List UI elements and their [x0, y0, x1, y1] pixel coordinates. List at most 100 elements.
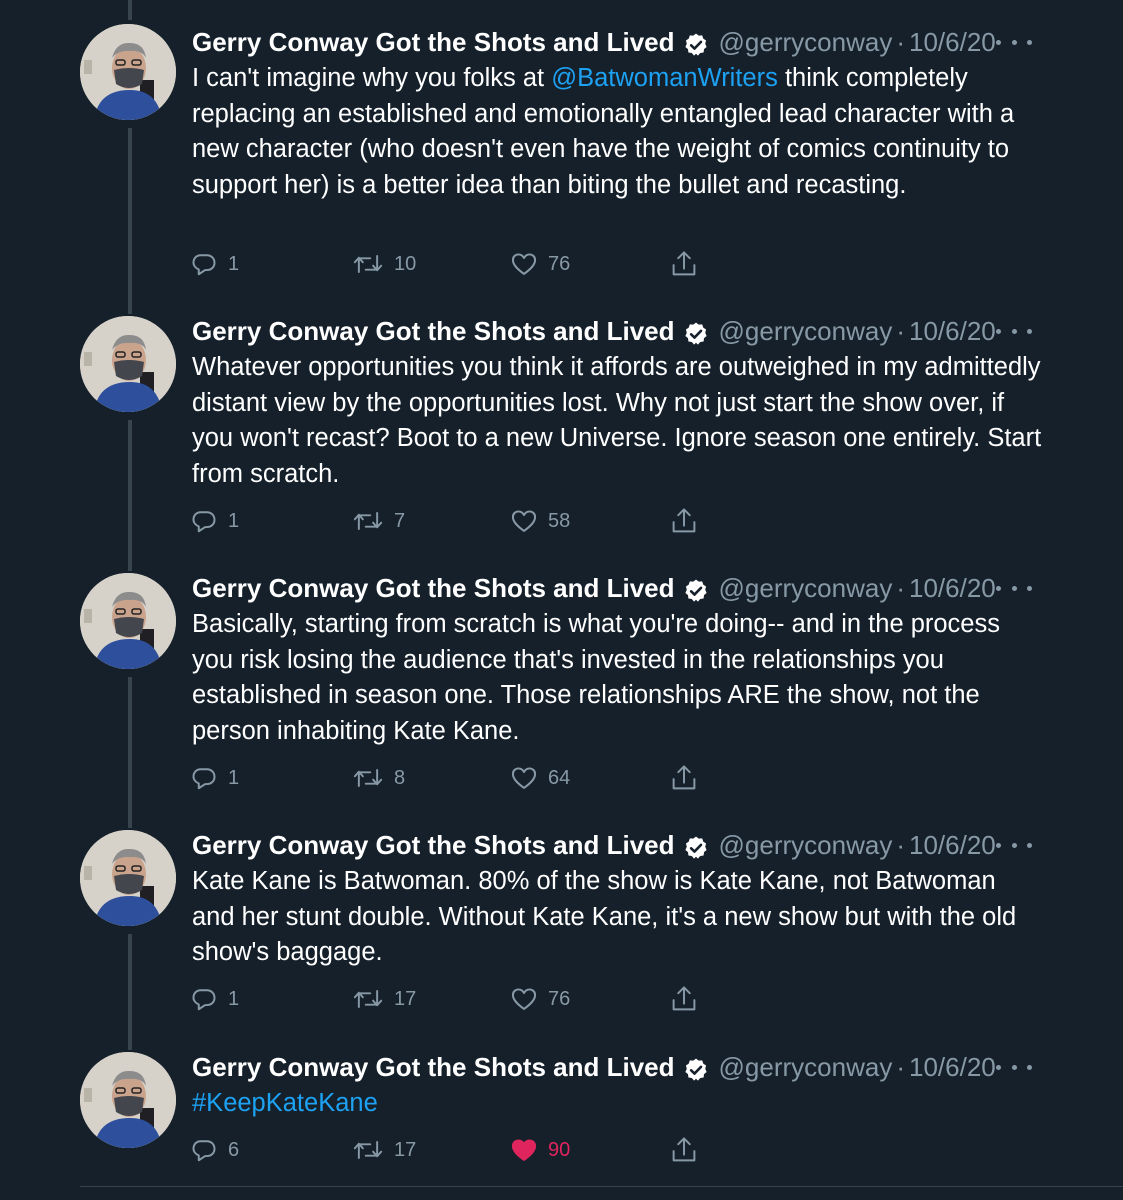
- retweet-button[interactable]: 10: [352, 247, 416, 281]
- separator: ·: [896, 316, 905, 346]
- retweet-count: 17: [394, 1138, 417, 1161]
- avatar[interactable]: [80, 316, 176, 412]
- timestamp[interactable]: 10/6/20: [909, 1047, 996, 1087]
- tweet-header: Gerry Conway Got the Shots and Lived @ge…: [192, 311, 996, 351]
- display-name[interactable]: Gerry Conway Got the Shots and Lived: [192, 1047, 675, 1087]
- thread-line: [128, 128, 132, 314]
- like-count: 90: [548, 1138, 571, 1161]
- timestamp[interactable]: 10/6/20: [909, 568, 996, 608]
- retweet-count: 7: [394, 509, 406, 532]
- more-icon[interactable]: [996, 835, 1032, 855]
- tweet-actions: 6 17 90: [190, 1133, 710, 1167]
- tweet-header: Gerry Conway Got the Shots and Lived @ge…: [192, 825, 996, 865]
- hashtag-link[interactable]: #KeepKateKane: [192, 1089, 378, 1117]
- retweet-button[interactable]: 8: [352, 761, 405, 795]
- share-button[interactable]: [670, 761, 698, 795]
- more-icon[interactable]: [996, 32, 1032, 52]
- like-count: 58: [548, 509, 571, 532]
- like-icon: [510, 250, 538, 278]
- like-icon: [510, 507, 538, 535]
- retweet-icon: [352, 985, 384, 1013]
- avatar[interactable]: [80, 830, 176, 926]
- avatar[interactable]: [80, 573, 176, 669]
- share-button[interactable]: [670, 1133, 698, 1167]
- verified-badge-icon: [683, 832, 709, 859]
- share-icon: [670, 763, 698, 793]
- tweet-actions: 1 7 58: [190, 504, 710, 538]
- handle[interactable]: @gerryconway: [719, 568, 893, 608]
- reply-button[interactable]: 1: [190, 761, 239, 795]
- like-button[interactable]: 76: [510, 982, 570, 1016]
- tweet-text: I can't imagine why you folks at @Batwom…: [192, 61, 1042, 203]
- separator: ·: [896, 830, 905, 860]
- tweet-text: #KeepKateKane: [192, 1086, 1042, 1122]
- like-button[interactable]: 76: [510, 247, 570, 281]
- more-icon[interactable]: [996, 1057, 1032, 1077]
- separator: ·: [896, 27, 905, 57]
- retweet-icon: [352, 507, 384, 535]
- like-icon: [510, 985, 538, 1013]
- avatar[interactable]: [80, 24, 176, 120]
- verified-badge-icon: [683, 1054, 709, 1081]
- retweet-count: 17: [394, 987, 417, 1010]
- like-count: 64: [548, 766, 571, 789]
- display-name[interactable]: Gerry Conway Got the Shots and Lived: [192, 568, 675, 608]
- reply-button[interactable]: 6: [190, 1133, 239, 1167]
- display-name[interactable]: Gerry Conway Got the Shots and Lived: [192, 311, 675, 351]
- thread-line: [128, 934, 132, 1050]
- display-name[interactable]: Gerry Conway Got the Shots and Lived: [192, 825, 675, 865]
- reply-icon: [190, 1136, 218, 1164]
- retweet-button[interactable]: 17: [352, 1133, 416, 1167]
- reply-icon: [190, 985, 218, 1013]
- reply-count: 1: [228, 766, 240, 789]
- timestamp[interactable]: 10/6/20: [909, 825, 996, 865]
- like-icon: [510, 764, 538, 792]
- retweet-button[interactable]: 7: [352, 504, 405, 538]
- share-icon: [670, 1135, 698, 1165]
- separator: ·: [896, 1052, 905, 1082]
- thread-line: [128, 420, 132, 571]
- share-icon: [670, 249, 698, 279]
- thread-line: [128, 0, 132, 20]
- tweet-actions: 1 10 76: [190, 247, 710, 281]
- handle[interactable]: @gerryconway: [719, 1047, 893, 1087]
- like-button[interactable]: 64: [510, 761, 570, 795]
- retweet-count: 10: [394, 252, 417, 275]
- share-icon: [670, 506, 698, 536]
- handle[interactable]: @gerryconway: [719, 22, 893, 62]
- share-button[interactable]: [670, 504, 698, 538]
- retweet-count: 8: [394, 766, 406, 789]
- reply-button[interactable]: 1: [190, 982, 239, 1016]
- display-name[interactable]: Gerry Conway Got the Shots and Lived: [192, 22, 675, 62]
- like-button[interactable]: 90: [510, 1133, 570, 1167]
- share-button[interactable]: [670, 982, 698, 1016]
- tweet-header: Gerry Conway Got the Shots and Lived @ge…: [192, 22, 996, 62]
- retweet-icon: [352, 250, 384, 278]
- tweet-actions: 1 17 76: [190, 982, 710, 1016]
- handle[interactable]: @gerryconway: [719, 825, 893, 865]
- reply-count: 1: [228, 509, 240, 532]
- handle[interactable]: @gerryconway: [719, 311, 893, 351]
- like-button[interactable]: 58: [510, 504, 570, 538]
- reply-icon: [190, 250, 218, 278]
- avatar[interactable]: [80, 1052, 176, 1148]
- retweet-button[interactable]: 17: [352, 982, 416, 1016]
- reply-button[interactable]: 1: [190, 247, 239, 281]
- more-icon[interactable]: [996, 321, 1032, 341]
- reply-count: 1: [228, 987, 240, 1010]
- verified-badge-icon: [683, 318, 709, 345]
- tweet-header: Gerry Conway Got the Shots and Lived @ge…: [192, 568, 996, 608]
- thread-line: [128, 677, 132, 828]
- verified-badge-icon: [683, 29, 709, 56]
- timestamp[interactable]: 10/6/20: [909, 311, 996, 351]
- retweet-icon: [352, 1136, 384, 1164]
- like-count: 76: [548, 987, 571, 1010]
- mention-link[interactable]: @BatwomanWriters: [551, 64, 778, 92]
- timestamp[interactable]: 10/6/20: [909, 22, 996, 62]
- like-icon: [510, 1136, 538, 1164]
- reply-button[interactable]: 1: [190, 504, 239, 538]
- more-icon[interactable]: [996, 578, 1032, 598]
- tweet-actions: 1 8 64: [190, 761, 710, 795]
- reply-count: 1: [228, 252, 240, 275]
- share-button[interactable]: [670, 247, 698, 281]
